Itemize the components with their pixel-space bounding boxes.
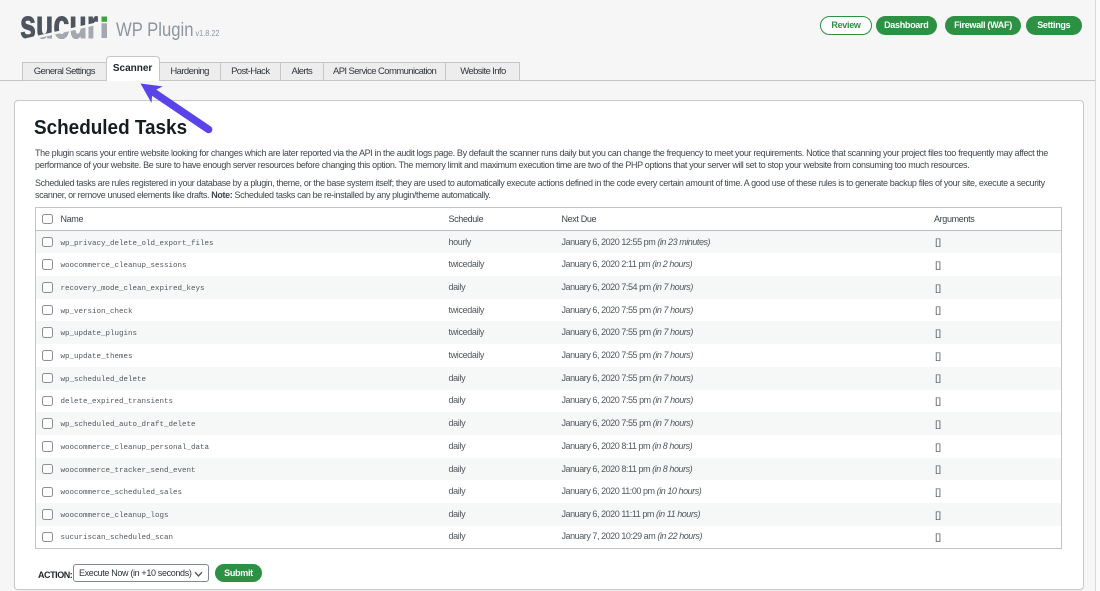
- svg-text:WP Plugin: WP Plugin: [116, 20, 194, 41]
- svg-text:v1.8.22: v1.8.22: [196, 29, 220, 38]
